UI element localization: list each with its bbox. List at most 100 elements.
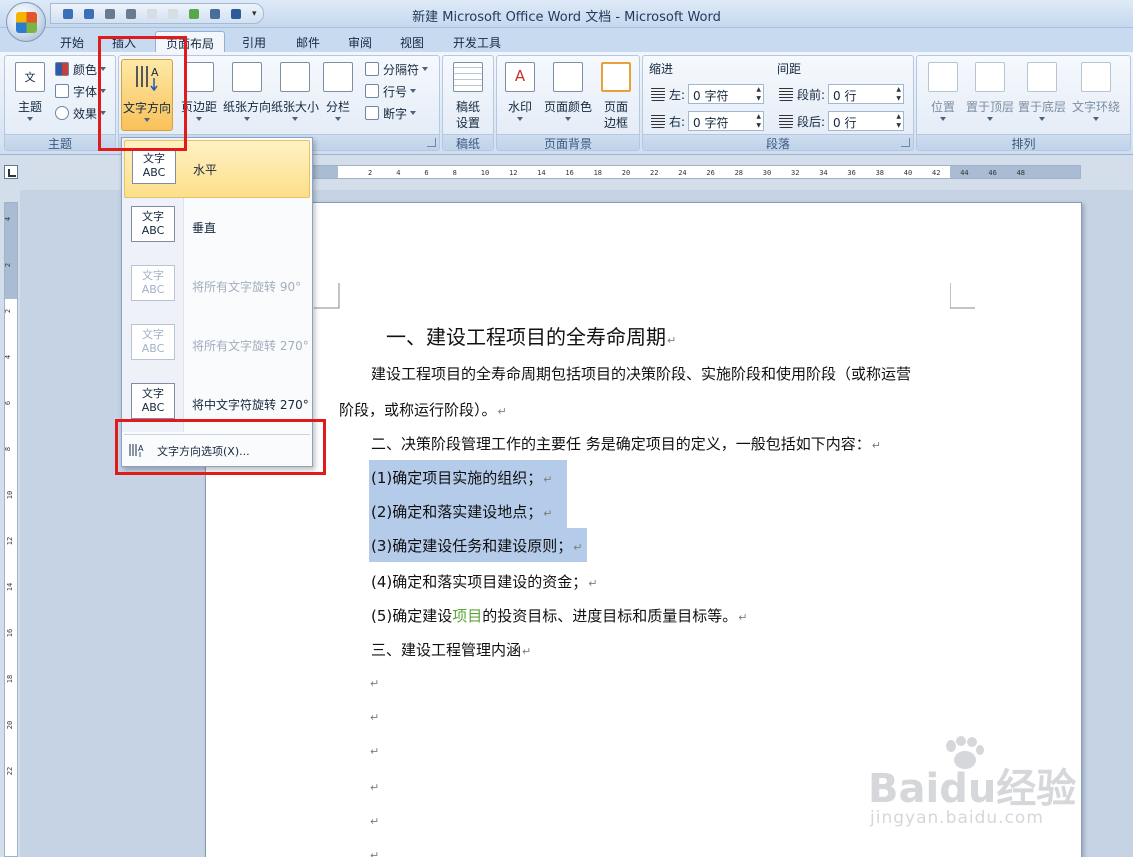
indent-left-input[interactable]: 0 字符 — [688, 84, 765, 104]
page-size-icon — [280, 62, 310, 92]
paragraph-line[interactable]: 二、决策阶段管理工作的主要任 务是确定项目的定义，一般包括如下内容：↵ — [371, 433, 881, 454]
paint-bucket-icon — [553, 62, 583, 92]
spacing-after-spinner: 段后: 0 行 — [779, 110, 905, 132]
chevron-down-icon — [27, 117, 33, 121]
text-direction-preview-icon: 文字 ABC — [131, 265, 175, 301]
horizontal-ruler[interactable]: 2 4 6 8 10 12 14 16 18 20 22 24 26 28 30 32 34 36 38 40 42 44… — [205, 165, 1081, 179]
bring-to-front-button[interactable]: 置于顶层 — [965, 59, 1015, 131]
paragraph-line[interactable]: 阶段，或称运行阶段）。↵ — [339, 399, 507, 420]
print-preview-icon[interactable] — [122, 6, 140, 22]
ruler-tick: 28 — [734, 169, 744, 177]
tab-0[interactable]: 开始 — [50, 31, 94, 52]
globe-icon[interactable] — [185, 6, 203, 22]
paragraph-line[interactable]: 建设工程项目的全寿命周期包括项目的决策阶段、实施阶段和使用阶段（或称运营 — [371, 363, 911, 384]
save-icon[interactable] — [227, 6, 245, 22]
open-icon[interactable] — [164, 6, 182, 22]
text-direction-preview-icon: 文字 ABC — [131, 383, 175, 419]
watermark-brand: Baidu经验 — [868, 766, 1077, 812]
spacing-before-icon — [779, 87, 793, 101]
tab-6[interactable]: 视图 — [390, 31, 434, 52]
ruler-tick: 16 — [565, 169, 574, 177]
indent-left-spinner: 左: 0 字符 — [651, 83, 765, 105]
empty-paragraph-mark[interactable]: ↵ — [370, 745, 379, 758]
tab-4[interactable]: 邮件 — [286, 31, 330, 52]
indent-right-input[interactable]: 0 字符 — [688, 111, 765, 131]
text-direction-option-3[interactable]: 文字 ABC 将所有文字旋转 270° — [124, 317, 310, 375]
orientation-button[interactable]: 纸张方向 — [221, 59, 273, 131]
list-item[interactable]: (4)确定和落实项目建设的资金；↵ — [371, 571, 597, 592]
watermark-button[interactable]: A 水印 — [497, 59, 543, 131]
spacing-after-input[interactable]: 0 行 — [828, 111, 905, 131]
group-label: 页面背景 — [497, 134, 639, 151]
send-to-back-button[interactable]: 置于底层 — [1017, 59, 1067, 131]
position-button[interactable]: 位置 — [923, 59, 963, 131]
empty-paragraph-mark[interactable]: ↵ — [370, 677, 379, 690]
chevron-down-icon — [1093, 117, 1099, 121]
breaks-button[interactable]: 分隔符 — [365, 59, 429, 79]
vertical-ruler[interactable]: 4 2 2 4 6 8 10 12 14 16 18 20 22 — [4, 202, 18, 857]
columns-icon — [323, 62, 353, 92]
chevron-down-icon — [565, 117, 571, 121]
text-wrap-button[interactable]: 文字环绕 — [1069, 59, 1123, 131]
hyphenation-button[interactable]: 断字 — [365, 103, 417, 123]
empty-paragraph-mark[interactable]: ↵ — [370, 849, 379, 857]
line-numbers-button[interactable]: 行号 — [365, 81, 417, 101]
qat-customize-icon[interactable]: ▾ — [252, 9, 257, 19]
paragraph-line[interactable]: 三、建设工程管理内涵↵ — [371, 639, 531, 660]
arrange-group: 位置 置于顶层 置于底层 文字环绕 排列 — [916, 55, 1131, 151]
hyphenation-icon — [365, 106, 379, 120]
list-item[interactable]: (3)确定建设任务和建设原则；↵ — [369, 528, 587, 562]
text-direction-option-2[interactable]: 文字 ABC 将所有文字旋转 90° — [124, 258, 310, 316]
ruler-tick: 10 — [6, 490, 15, 500]
redo-icon[interactable] — [80, 6, 98, 22]
menu-item-label: 将中文字符旋转 270° — [192, 398, 309, 412]
size-button[interactable]: 纸张大小 — [269, 59, 321, 131]
menu-item-label: 垂直 — [192, 221, 217, 235]
chevron-down-icon — [335, 117, 341, 121]
tab-stop-selector-icon[interactable] — [4, 165, 18, 179]
empty-paragraph-mark[interactable]: ↵ — [370, 815, 379, 828]
new-doc-icon[interactable] — [143, 6, 161, 22]
chevron-down-icon — [410, 89, 417, 93]
office-button[interactable] — [6, 2, 46, 42]
page-borders-button[interactable]: 页面 边框 — [593, 59, 639, 131]
ruler-tick: 2 — [368, 169, 373, 177]
indent-title: 缩进 — [649, 61, 674, 76]
chevron-down-icon — [410, 111, 417, 115]
page-color-button[interactable]: 页面颜色 — [543, 59, 593, 131]
page-corner-mark — [314, 283, 340, 309]
indent-right-spinner: 右: 0 字符 — [651, 110, 765, 132]
dialog-launcher-icon[interactable] — [427, 138, 436, 147]
tab-3[interactable]: 引用 — [232, 31, 276, 52]
dialog-launcher-icon[interactable] — [901, 138, 910, 147]
list-item[interactable]: (5)确定建设项目的投资目标、进度目标和质量目标等。↵ — [371, 605, 748, 626]
columns-button[interactable]: 分栏 — [317, 59, 359, 131]
tab-5[interactable]: 审阅 — [338, 31, 382, 52]
page-corner-mark — [950, 283, 975, 309]
manuscript-settings-button[interactable]: 稿纸 设置 — [443, 59, 493, 131]
spacing-title: 间距 — [777, 61, 802, 76]
empty-paragraph-mark[interactable]: ↵ — [370, 781, 379, 794]
ruler-tick: 2 — [4, 308, 13, 314]
print-icon[interactable] — [101, 6, 119, 22]
baidu-watermark: Baidu经验 jingyan.baidu.com — [860, 730, 1100, 840]
text-direction-option-1[interactable]: 文字 ABC 垂直 — [124, 199, 310, 257]
ruler-tick: 16 — [6, 628, 15, 638]
tab-7[interactable]: 开发工具 — [443, 31, 511, 52]
ruler-tick: 20 — [6, 720, 15, 730]
list-item[interactable]: (2)确定和落实建设地点；↵ — [369, 494, 567, 528]
menu-item-label: 将所有文字旋转 90° — [192, 280, 302, 294]
manuscript-group: 稿纸 设置 稿纸 — [442, 55, 494, 151]
undo-icon[interactable] — [59, 6, 77, 22]
spacing-before-input[interactable]: 0 行 — [828, 84, 905, 104]
empty-paragraph-mark[interactable]: ↵ — [370, 711, 379, 724]
document-heading[interactable]: 一、建设工程项目的全寿命周期↵ — [386, 321, 676, 350]
spelling-icon[interactable] — [206, 6, 224, 22]
page-background-group: A 水印 页面颜色 页面 边框 页面背景 — [496, 55, 640, 151]
themes-button[interactable]: 文 主题 — [7, 59, 53, 131]
orientation-icon — [232, 62, 262, 92]
ruler-tick: 30 — [762, 169, 772, 177]
spacing-after-icon — [779, 114, 793, 128]
watermark-icon: A — [505, 62, 535, 92]
list-item[interactable]: (1)确定项目实施的组织；↵ — [369, 460, 567, 494]
